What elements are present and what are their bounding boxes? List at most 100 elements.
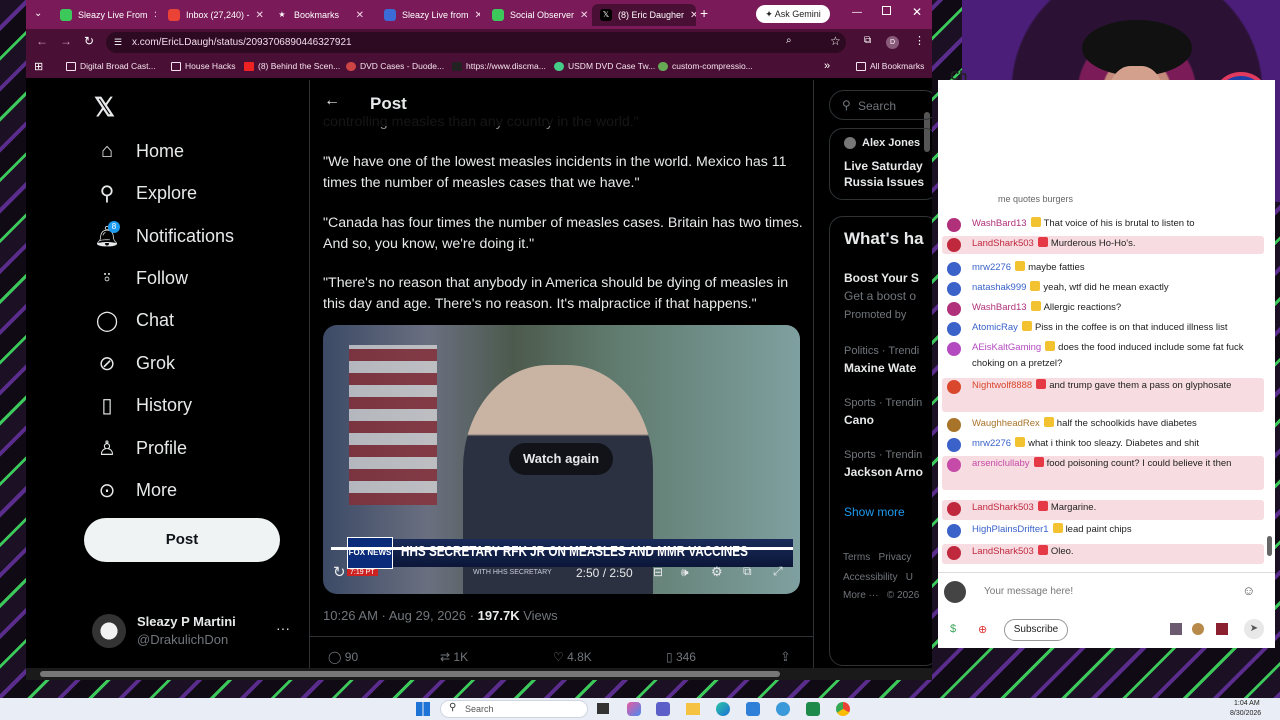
tab-1[interactable]: Sleazy Live From ✕ xyxy=(52,4,156,26)
reload-icon[interactable]: ↻ xyxy=(84,34,94,48)
chrome-icon[interactable] xyxy=(836,702,850,716)
taskbar-search[interactable]: Search xyxy=(440,700,588,718)
new-tab-button[interactable]: + xyxy=(700,5,708,21)
chat-username[interactable]: HighPlainsDrifter1 xyxy=(972,524,1049,535)
tab-search-icon[interactable]: ⌄ xyxy=(34,8,42,19)
subscribe-button[interactable]: Subscribe xyxy=(1004,619,1068,641)
zoom-icon[interactable]: ⌕ xyxy=(786,35,792,46)
tab-4[interactable]: Sleazy Live from ✕ xyxy=(376,4,480,26)
gift-icon[interactable]: ⊕ xyxy=(978,623,987,636)
send-icon[interactable]: ➤ xyxy=(1244,619,1264,639)
tab-3[interactable]: ★ Bookmarks ✕ xyxy=(268,4,372,26)
dollar-icon[interactable]: $ xyxy=(950,623,956,635)
promo-title[interactable]: Boost Your S xyxy=(844,271,919,285)
nav-explore[interactable]: ⚲ Explore xyxy=(96,182,197,205)
nav-profile[interactable]: ♙ Profile xyxy=(96,437,187,460)
x-logo-icon[interactable]: 𝕏 xyxy=(94,92,115,123)
chat-username[interactable]: mrw2276 xyxy=(972,262,1011,273)
ask-gemini-button[interactable]: ✦ Ask Gemini xyxy=(756,5,830,23)
repost-button[interactable]: ⇄ 1K xyxy=(440,650,468,664)
bookmark-5[interactable]: https://www.discma... xyxy=(452,61,546,71)
teams-icon[interactable] xyxy=(656,702,670,716)
watch-again-button[interactable]: Watch again xyxy=(509,443,613,475)
app-icon[interactable] xyxy=(776,702,790,716)
footer-links[interactable]: Terms Privacy xyxy=(843,552,911,563)
emote-icon[interactable] xyxy=(1216,623,1228,635)
like-button[interactable]: ♡ 4.8K xyxy=(553,650,592,664)
maximize-button[interactable] xyxy=(882,6,891,15)
chat-username[interactable]: WashBard13 xyxy=(972,302,1027,313)
back-icon[interactable]: ← xyxy=(36,34,48,48)
tab-6-active[interactable]: 𝕏 (8) Eric Daugher ✕ xyxy=(592,4,696,26)
nav-chat[interactable]: ◯ Chat xyxy=(96,309,174,332)
nav-notifications[interactable]: 🔔︎ 8 Notifications xyxy=(94,221,234,248)
bookmark-star-icon[interactable]: ☆ xyxy=(830,34,841,48)
bookmark-7[interactable]: custom-compressio... xyxy=(658,61,753,71)
close-icon[interactable]: ✕ xyxy=(256,10,264,21)
chat-username[interactable]: LandShark503 xyxy=(972,546,1034,557)
copilot-icon[interactable] xyxy=(627,702,641,716)
chat-username[interactable]: Nightwolf8888 xyxy=(972,380,1032,391)
chat-username[interactable]: LandShark503 xyxy=(972,238,1034,249)
close-icon[interactable]: ✕ xyxy=(475,10,480,21)
nav-more[interactable]: ⊙ More xyxy=(96,479,177,502)
chat-username[interactable]: WashBard13 xyxy=(972,218,1027,229)
bookmark-button[interactable]: ▯ 346 xyxy=(666,650,696,664)
tab-5[interactable]: Social Observer ✕ xyxy=(484,4,588,26)
folder-icon[interactable] xyxy=(686,703,700,715)
progress-bar[interactable] xyxy=(331,547,793,550)
menu-icon[interactable]: ⋮ xyxy=(914,34,925,47)
close-icon[interactable]: ✕ xyxy=(690,10,696,21)
footer-links[interactable]: More ··· © 2026 xyxy=(843,590,919,601)
post-button[interactable]: Post xyxy=(84,518,280,562)
close-window-button[interactable]: ✕ xyxy=(912,5,922,19)
replay-icon[interactable]: ↻ xyxy=(333,563,346,581)
chat-scrollbar[interactable] xyxy=(1267,536,1272,556)
settings-gear-icon[interactable]: ⚙ xyxy=(711,564,723,580)
chat-username[interactable]: WaughheadRex xyxy=(972,418,1040,429)
bookmark-4[interactable]: DVD Cases - Duode... xyxy=(346,61,444,71)
close-icon[interactable]: ✕ xyxy=(580,10,588,21)
bookmark-2[interactable]: House Hacks xyxy=(171,61,236,71)
chat-message-input[interactable]: Your message here! xyxy=(984,586,1073,597)
fullscreen-icon[interactable]: ⤢ xyxy=(773,564,783,579)
bookmark-3[interactable]: (8) Behind the Scen... xyxy=(244,61,340,71)
trend-name[interactable]: Jackson Arno xyxy=(844,465,923,479)
share-icon[interactable]: ⇪ xyxy=(780,649,791,665)
horizontal-scrollbar[interactable] xyxy=(26,668,932,680)
site-info-icon[interactable]: ☰ xyxy=(114,37,122,48)
video-player[interactable]: Watch again HHS SECRETARY RFK JR ON MEAS… xyxy=(323,325,800,594)
all-bookmarks[interactable]: All Bookmarks xyxy=(856,61,924,71)
tab-2[interactable]: Inbox (27,240) - ✕ xyxy=(160,4,264,26)
bookmark-1[interactable]: Digital Broad Cast... xyxy=(66,61,156,71)
chat-username[interactable]: LandShark503 xyxy=(972,502,1034,513)
nav-grok[interactable]: ⊘ Grok xyxy=(96,352,175,375)
minimize-button[interactable]: — xyxy=(852,7,862,18)
close-icon[interactable]: ✕ xyxy=(154,10,156,21)
profile-avatar[interactable]: D xyxy=(886,36,899,49)
apps-icon[interactable]: ⊞ xyxy=(34,60,43,73)
chat-username[interactable]: mrw2276 xyxy=(972,438,1011,449)
file-explorer-icon[interactable] xyxy=(597,703,609,714)
back-arrow-icon[interactable]: ← xyxy=(324,92,340,110)
close-icon[interactable]: ✕ xyxy=(356,10,364,21)
chat-username[interactable]: AEisKaltGaming xyxy=(972,342,1041,353)
more-bookmarks-icon[interactable]: » xyxy=(824,60,830,72)
captions-icon[interactable]: ⊟ xyxy=(653,565,663,579)
url-input[interactable]: x.com/EricLDaugh/status/2093706890446327… xyxy=(106,32,846,53)
windows-start-icon[interactable] xyxy=(416,702,430,716)
edge-icon[interactable] xyxy=(716,702,730,716)
account-switcher[interactable]: Sleazy P Martini @DrakulichDon ··· xyxy=(92,612,302,652)
emoji-icon[interactable]: ☺ xyxy=(1242,583,1255,598)
bookmark-6[interactable]: USDM DVD Case Tw... xyxy=(554,61,655,71)
live-card[interactable]: Alex Jones Live Saturday Russia Issues xyxy=(829,128,932,200)
scroll-thumb[interactable] xyxy=(40,671,780,677)
nav-history[interactable]: ▯ History xyxy=(96,394,192,417)
store-icon[interactable] xyxy=(746,702,760,716)
emote-icon[interactable] xyxy=(1192,623,1204,635)
chat-username[interactable]: AtomicRay xyxy=(972,322,1018,333)
chat-username[interactable]: natashak999 xyxy=(972,282,1026,293)
app-icon[interactable] xyxy=(806,702,820,716)
show-more-link[interactable]: Show more xyxy=(844,505,905,519)
emote-icon[interactable] xyxy=(1170,623,1182,635)
